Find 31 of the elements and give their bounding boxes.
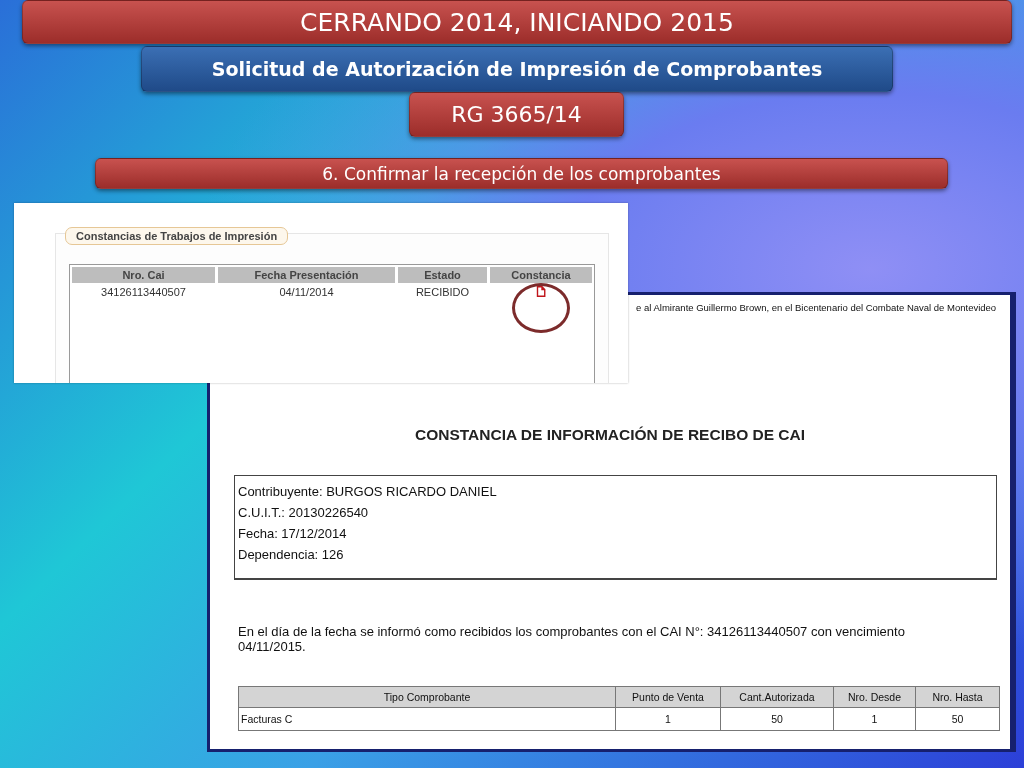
table-cell-text: 04/11/2014 <box>278 285 335 300</box>
table-cell-text: 34126113440507 <box>100 285 187 300</box>
table-cell: 50 <box>720 707 834 731</box>
resolution-label: RG 3665/14 <box>409 92 624 137</box>
table-cell: 1 <box>833 707 916 731</box>
table-cell: 1 <box>615 707 721 731</box>
section-title: Constancias de Trabajos de Impresión <box>65 227 289 245</box>
step-label: 6. Confirmar la recepción de los comprobantes <box>95 158 948 189</box>
field-text: Contribuyente: BURGOS RICARDO DANIEL <box>238 484 498 499</box>
statement-text: En el día de la fecha se informó como recibidos los comprobantes con el CAI N°: 34126113440507 con vencimiento 04/11/2015. <box>238 624 906 654</box>
column-header: Punto de Venta <box>615 686 721 708</box>
column-header: Fecha Presentación <box>218 267 395 283</box>
column-header: Constancia <box>490 267 592 283</box>
column-header: Tipo Comprobante <box>238 686 616 708</box>
column-header: Nro. Desde <box>833 686 916 708</box>
table-cell: Facturas C <box>238 707 616 731</box>
table-cell-text: RECIBIDO <box>414 285 471 300</box>
column-header: Cant.Autorizada <box>720 686 834 708</box>
slide-subtitle: Solicitud de Autorización de Impresión de Comprobantes <box>141 46 893 92</box>
highlight-circle <box>512 283 570 333</box>
table-cell: 50 <box>915 707 1000 731</box>
document-icon[interactable] <box>536 286 546 297</box>
field-text: Dependencia: 126 <box>238 547 345 562</box>
column-header: Nro. Cai <box>72 267 215 283</box>
header-text: e al Almirante Guillermo Brown, en el Bicentenario del Combate Naval de Montevideo <box>636 302 997 313</box>
slide-title: CERRANDO 2014, INICIANDO 2015 <box>22 0 1012 44</box>
field-text: C.U.I.T.: 20130226540 <box>238 505 370 520</box>
column-header: Estado <box>398 267 487 283</box>
field-text: Fecha: 17/12/2014 <box>238 526 348 541</box>
document-title: CONSTANCIA DE INFORMACIÓN DE RECIBO DE CAI <box>413 426 807 444</box>
column-header: Nro. Hasta <box>915 686 1000 708</box>
